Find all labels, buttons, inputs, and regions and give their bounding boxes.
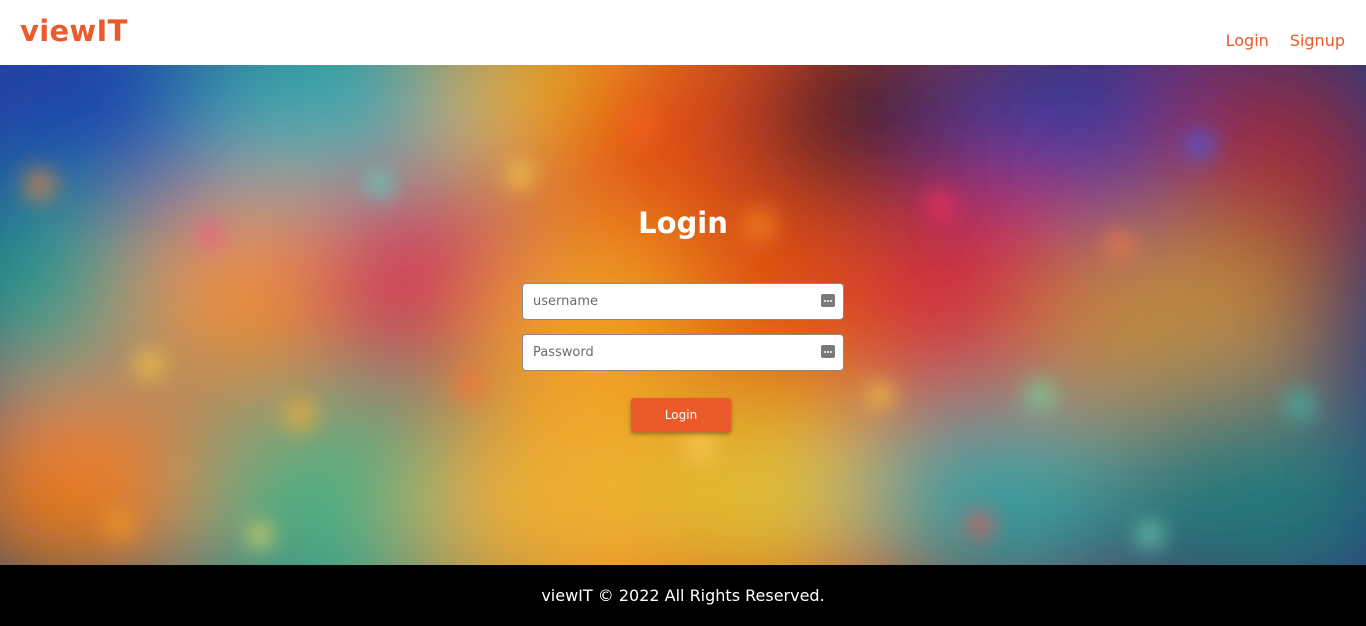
brand-logo[interactable]: viewIT xyxy=(20,14,128,48)
password-input[interactable] xyxy=(523,335,813,370)
login-button[interactable]: Login xyxy=(631,398,731,432)
password-manager-key-icon[interactable] xyxy=(821,345,835,358)
password-field[interactable] xyxy=(522,334,844,371)
nav-links: Login Signup xyxy=(1226,31,1345,50)
password-manager-key-icon[interactable] xyxy=(821,294,835,307)
footer-copyright: viewIT © 2022 All Rights Reserved. xyxy=(541,586,825,605)
username-input[interactable] xyxy=(523,284,813,319)
nav-login-link[interactable]: Login xyxy=(1226,31,1269,50)
footer: viewIT © 2022 All Rights Reserved. xyxy=(0,565,1366,626)
login-heading: Login xyxy=(638,206,728,240)
hero-background: Login Login xyxy=(0,65,1366,565)
nav-signup-link[interactable]: Signup xyxy=(1290,31,1345,50)
username-field[interactable] xyxy=(522,283,844,320)
top-navbar: viewIT Login Signup xyxy=(0,0,1366,65)
